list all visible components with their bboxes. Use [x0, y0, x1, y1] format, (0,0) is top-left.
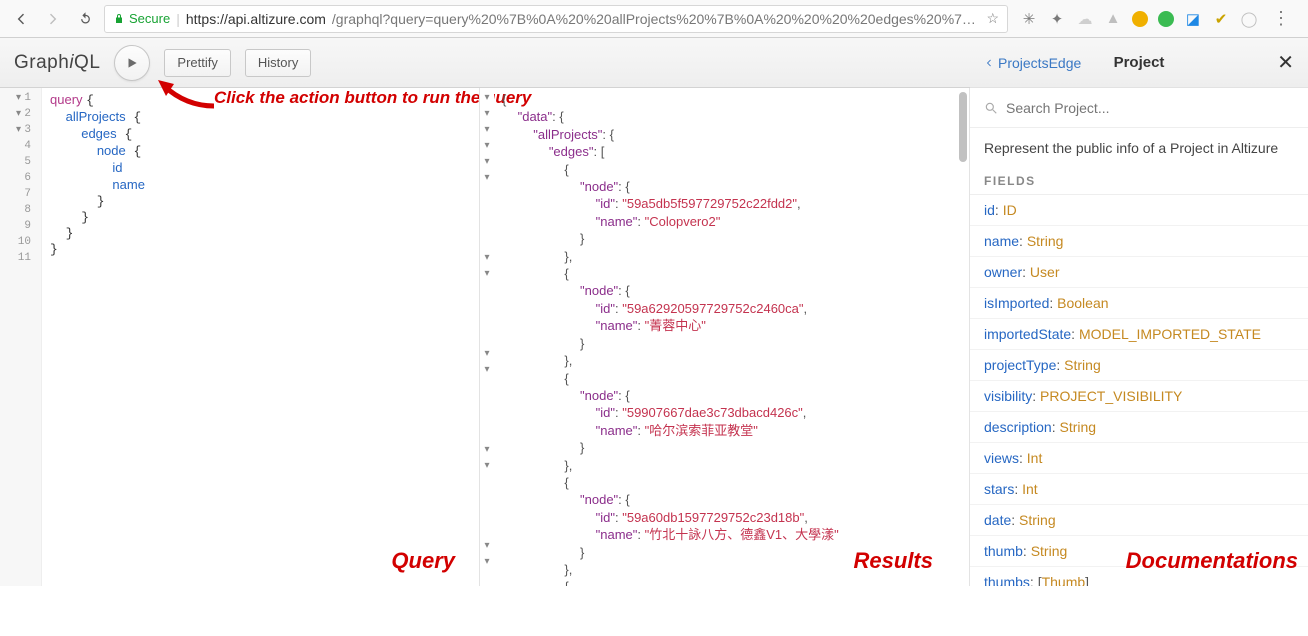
docs-field[interactable]: views: Int	[970, 443, 1308, 474]
result-fold-gutter: ▾▾▾▾▾▾▾▾▾▾▾▾▾▾	[480, 88, 494, 586]
result-viewer[interactable]: { "data": { "allProjects": { "edges": [ …	[494, 88, 969, 586]
docs-field[interactable]: name: String	[970, 226, 1308, 257]
secure-indicator: Secure	[113, 11, 170, 26]
extension-icons: ✳︎ ✦ ☁︎ ▲ ◪ ✔︎ ◯ ⋮	[1014, 8, 1300, 29]
url-host: https://api.altizure.com	[186, 11, 326, 27]
query-editor-panel: 1234567891011 query { allProjects { edge…	[0, 88, 480, 586]
run-query-button[interactable]	[114, 45, 150, 81]
result-scrollbar[interactable]	[959, 88, 967, 586]
docs-fields-list: id: IDname: Stringowner: UserisImported:…	[970, 195, 1308, 586]
docs-field[interactable]: description: String	[970, 412, 1308, 443]
ext-icon-3[interactable]: ☁︎	[1076, 10, 1094, 28]
annotation-docs-label: Documentations	[1126, 548, 1298, 574]
search-icon	[984, 101, 998, 115]
ext-icon-5[interactable]	[1132, 11, 1148, 27]
query-editor[interactable]: query { allProjects { edges { node { id …	[42, 88, 479, 586]
docs-field[interactable]: visibility: PROJECT_VISIBILITY	[970, 381, 1308, 412]
forward-button[interactable]	[40, 6, 66, 32]
docs-header: ProjectsEdge Project ✕	[970, 38, 1308, 88]
lock-icon	[113, 13, 125, 25]
url-bar[interactable]: Secure | https://api.altizure.com/graphq…	[104, 5, 1008, 33]
query-gutter: 1234567891011	[0, 88, 42, 586]
annotation-results-label: Results	[854, 548, 933, 574]
docs-field[interactable]: importedState: MODEL_IMPORTED_STATE	[970, 319, 1308, 350]
ext-icon-8[interactable]: ✔︎	[1212, 10, 1230, 28]
docs-description: Represent the public info of a Project i…	[970, 128, 1308, 168]
ext-icon-9[interactable]: ◯	[1240, 10, 1258, 28]
ext-icon-1[interactable]: ✳︎	[1020, 10, 1038, 28]
docs-field[interactable]: projectType: String	[970, 350, 1308, 381]
docs-close-button[interactable]: ✕	[1277, 50, 1294, 75]
annotation-query-label: Query	[391, 548, 455, 574]
ext-icon-2[interactable]: ✦	[1048, 10, 1066, 28]
main-content: 1234567891011 query { allProjects { edge…	[0, 88, 1308, 586]
prettify-button[interactable]: Prettify	[164, 49, 230, 77]
result-panel: ▾▾▾▾▾▾▾▾▾▾▾▾▾▾ { "data": { "allProjects"…	[480, 88, 970, 586]
docs-fields-header: FIELDS	[970, 168, 1308, 195]
docs-panel: Represent the public info of a Project i…	[970, 88, 1308, 586]
ext-icon-4[interactable]: ▲	[1104, 10, 1122, 28]
reload-button[interactable]	[72, 6, 98, 32]
graphiql-logo: GraphiQL	[14, 52, 100, 74]
docs-title: Project	[970, 54, 1308, 71]
play-icon	[125, 56, 139, 70]
docs-search	[970, 88, 1308, 128]
history-button[interactable]: History	[245, 49, 311, 77]
bookmark-star-icon[interactable]: ☆	[986, 10, 999, 27]
docs-field[interactable]: id: ID	[970, 195, 1308, 226]
docs-search-input[interactable]	[1006, 100, 1294, 116]
ext-icon-6[interactable]	[1158, 11, 1174, 27]
chrome-menu-icon[interactable]: ⋮	[1268, 8, 1294, 29]
docs-field[interactable]: date: String	[970, 505, 1308, 536]
back-button[interactable]	[8, 6, 34, 32]
browser-chrome: Secure | https://api.altizure.com/graphq…	[0, 0, 1308, 38]
docs-field[interactable]: isImported: Boolean	[970, 288, 1308, 319]
ext-icon-7[interactable]: ◪	[1184, 10, 1202, 28]
docs-field[interactable]: owner: User	[970, 257, 1308, 288]
url-path: /graphql?query=query%20%7B%0A%20%20allPr…	[332, 11, 981, 27]
secure-label: Secure	[129, 11, 170, 26]
docs-field[interactable]: stars: Int	[970, 474, 1308, 505]
